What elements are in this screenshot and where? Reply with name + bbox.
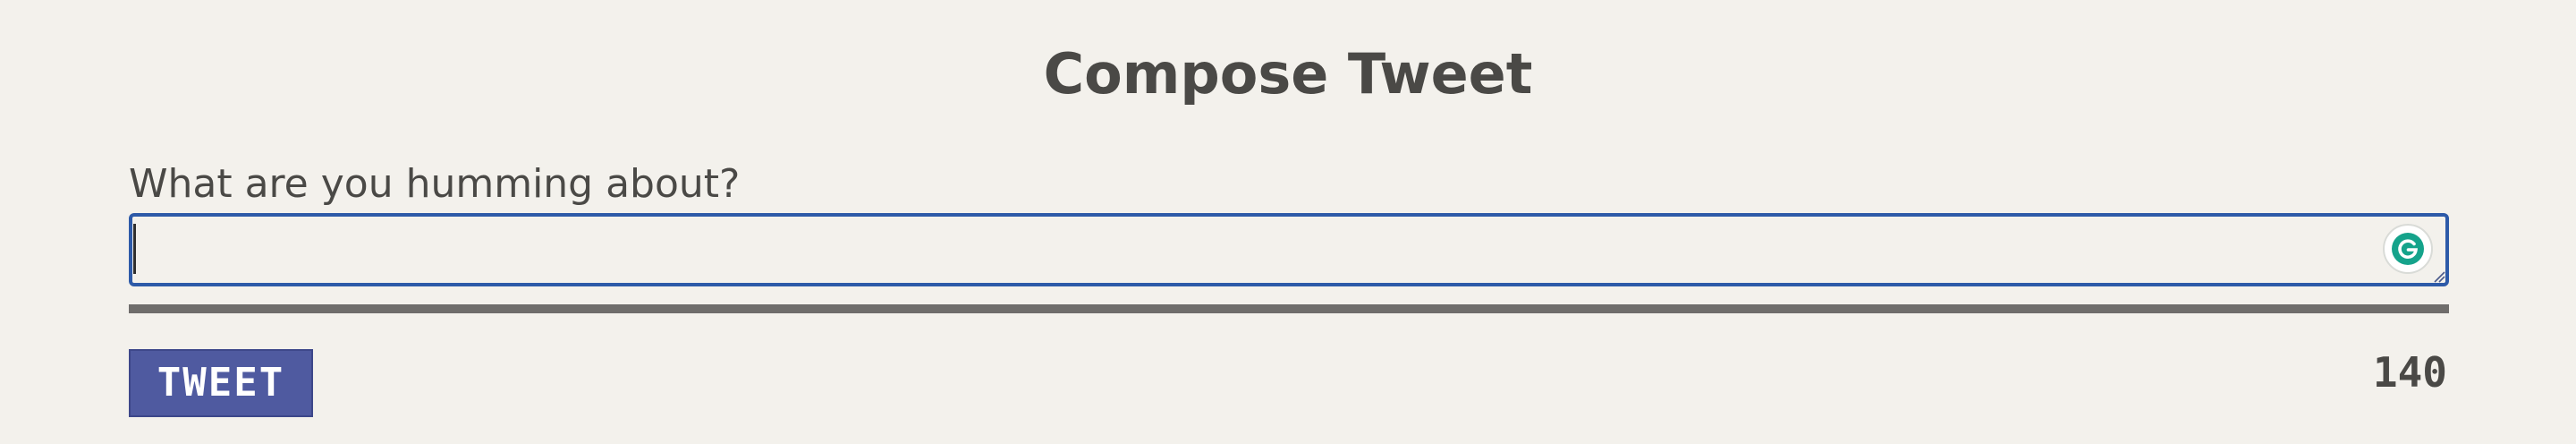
character-progress-fill <box>129 304 2449 313</box>
resize-handle-icon[interactable] <box>2431 269 2445 283</box>
text-caret <box>133 224 136 274</box>
grammarly-g-glyph <box>2392 233 2424 265</box>
character-progress-bar <box>129 304 2449 313</box>
grammarly-icon[interactable] <box>2383 224 2433 274</box>
page-title: Compose Tweet <box>1043 41 1533 107</box>
tweet-button[interactable]: TWEET <box>129 349 313 417</box>
character-count: 140 <box>2372 348 2447 397</box>
tweet-prompt-label: What are you humming about? <box>129 161 741 207</box>
tweet-textarea[interactable] <box>129 213 2449 286</box>
